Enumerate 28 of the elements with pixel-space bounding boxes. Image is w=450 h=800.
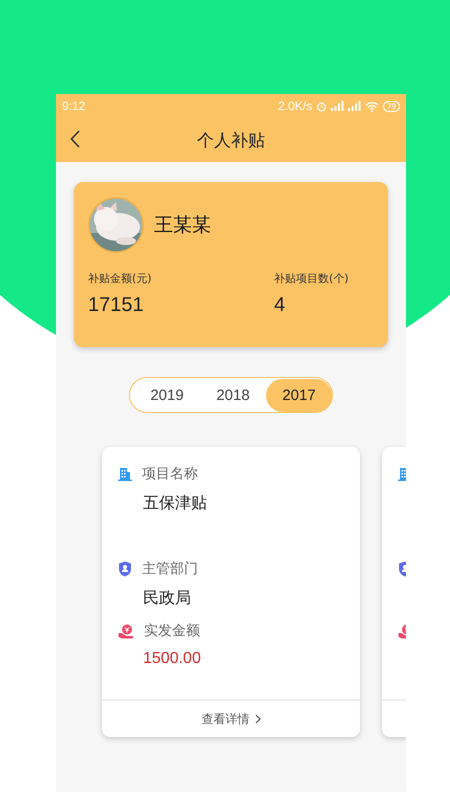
stat-label: 补贴金额(元): [88, 271, 153, 286]
field-value: 五保津贴: [143, 493, 208, 514]
year-tab[interactable]: 2017: [266, 378, 332, 412]
back-button[interactable]: [70, 130, 80, 148]
year-tab[interactable]: 2019: [134, 378, 200, 412]
wifi-icon: [365, 100, 380, 112]
field-label: 项目名称: [142, 465, 198, 483]
network-speed: 2.0K/s: [278, 99, 312, 113]
stat-value: 17151: [88, 294, 145, 317]
signal-icon: [331, 101, 344, 111]
alarm-icon: [316, 100, 328, 112]
chevron-right-icon: [254, 714, 260, 724]
stat-label: 补贴项目数(个): [274, 271, 350, 286]
battery-level: 79: [383, 100, 400, 112]
field-label: 主管部门: [142, 560, 198, 578]
building-icon: [118, 467, 132, 481]
field-label: 实发金额: [144, 622, 200, 640]
user-name: 王某某: [154, 213, 211, 238]
page-title: 个人补贴: [197, 130, 265, 152]
signal-icon: [348, 101, 362, 111]
status-time: 9:12: [62, 99, 86, 113]
coin-hand-icon: [118, 624, 134, 638]
field-value: 民政局: [143, 588, 192, 609]
details-link[interactable]: 查看详情: [202, 710, 260, 728]
stat-value: 4: [274, 294, 286, 317]
field-value: 1500.00: [143, 650, 202, 668]
year-tab[interactable]: 2018: [200, 378, 266, 412]
shield-icon: [118, 561, 132, 577]
